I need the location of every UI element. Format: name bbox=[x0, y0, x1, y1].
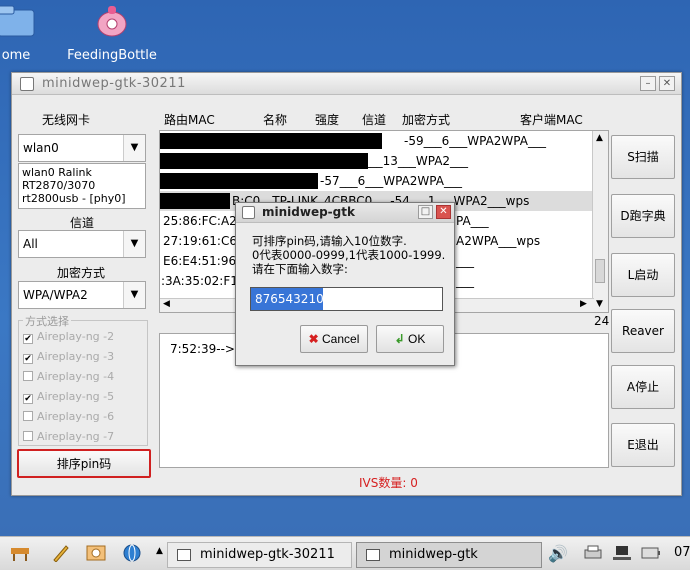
message-line: 请在下面输入数字: bbox=[252, 262, 348, 276]
taskbar: ▲ minidwep-gtk-30211 minidwep-gtk 🔊 07 bbox=[0, 536, 690, 570]
home-folder-icon bbox=[0, 5, 35, 37]
desktop-icon-home[interactable]: ome bbox=[0, 4, 46, 63]
wireless-card-select[interactable]: wlan0 ▼ bbox=[18, 134, 146, 162]
sort-pin-button[interactable]: 排序pin码 bbox=[17, 449, 151, 478]
chevron-down-icon: ▼ bbox=[123, 282, 145, 308]
col-header-client-mac: 客户端MAC bbox=[520, 113, 583, 127]
window-titlebar[interactable]: minidwep-gtk-30211 – ✕ bbox=[12, 73, 681, 95]
window-icon bbox=[366, 549, 380, 561]
table-row[interactable]: -57___6___WPA2WPA___ bbox=[160, 171, 592, 191]
card-info-line: rt2800usb - [phy0] bbox=[22, 192, 126, 205]
col-header-encryption: 加密方式 bbox=[402, 113, 451, 127]
vertical-scrollbar[interactable]: ▲ ▼ bbox=[592, 131, 608, 312]
desktop-icon-label: FeedingBottle bbox=[67, 48, 157, 63]
redacted-block bbox=[160, 133, 382, 149]
dictionary-button[interactable]: D跑字典 bbox=[611, 194, 675, 238]
taskbar-item-label: minidwep-gtk bbox=[389, 547, 478, 562]
network-count: 24 bbox=[594, 314, 610, 328]
image-viewer-icon[interactable] bbox=[86, 544, 106, 562]
window-icon bbox=[177, 549, 191, 561]
app-icon bbox=[20, 77, 34, 91]
channel-label: 信道 bbox=[70, 216, 95, 230]
battery-icon[interactable] bbox=[641, 544, 661, 562]
scroll-left-icon[interactable]: ◀ bbox=[163, 299, 170, 309]
encryption-value: WPA/WPA2 bbox=[23, 288, 88, 302]
card-info-line: RT2870/3070 bbox=[22, 179, 96, 192]
channel-select[interactable]: All ▼ bbox=[18, 230, 146, 258]
chevron-down-icon: ▼ bbox=[123, 135, 145, 161]
encryption-label: 加密方式 bbox=[57, 266, 106, 280]
close-button[interactable]: ✕ bbox=[659, 76, 675, 91]
mode-checkbox[interactable]: Aireplay-ng -7 bbox=[23, 430, 114, 443]
scroll-down-icon[interactable]: ▼ bbox=[596, 299, 603, 309]
browser-globe-icon[interactable] bbox=[122, 544, 142, 562]
message-line: 可排序pin码,请输入10位数字. bbox=[252, 234, 407, 248]
maximize-button[interactable]: □ bbox=[418, 205, 433, 219]
taskbar-item-main[interactable]: minidwep-gtk-30211 bbox=[167, 542, 352, 568]
mode-group-title: 方式选择 bbox=[23, 313, 71, 329]
taskbar-item-label: minidwep-gtk-30211 bbox=[200, 547, 335, 562]
redacted-block bbox=[160, 153, 368, 169]
scan-button[interactable]: S扫描 bbox=[611, 135, 675, 179]
dialog-message: 可排序pin码,请输入10位数字. 0代表0000-0999,1代表1000-1… bbox=[252, 234, 445, 276]
mode-checkbox[interactable]: ✔ Aireplay-ng -3 bbox=[23, 350, 114, 364]
card-info-line: wlan0 Ralink bbox=[22, 166, 92, 179]
cancel-icon: ✖ bbox=[308, 332, 319, 346]
scroll-thumb[interactable] bbox=[595, 259, 605, 283]
clock: 07 bbox=[674, 545, 690, 560]
chevron-down-icon: ▼ bbox=[123, 231, 145, 257]
editor-icon[interactable] bbox=[50, 544, 70, 562]
mode-checkbox[interactable]: Aireplay-ng -6 bbox=[23, 410, 114, 423]
ok-label: OK bbox=[408, 332, 426, 346]
app-icon bbox=[242, 206, 255, 219]
dialog-titlebar[interactable]: minidwep-gtk □ ✕ bbox=[236, 203, 454, 223]
volume-icon[interactable]: 🔊 bbox=[548, 544, 568, 563]
stop-button[interactable]: A停止 bbox=[611, 365, 675, 409]
table-row[interactable]: -58___13___WPA2___ bbox=[160, 151, 592, 171]
desk-launcher-icon[interactable] bbox=[10, 544, 30, 562]
encryption-select[interactable]: WPA/WPA2 ▼ bbox=[18, 281, 146, 309]
card-info-box: wlan0 Ralink RT2870/3070 rt2800usb - [ph… bbox=[18, 163, 146, 209]
cancel-label: Cancel bbox=[322, 332, 360, 346]
start-button[interactable]: L启动 bbox=[611, 253, 675, 297]
cancel-button[interactable]: ✖ Cancel bbox=[300, 325, 368, 353]
network-icon[interactable] bbox=[612, 544, 632, 562]
mode-checkbox[interactable]: Aireplay-ng -4 bbox=[23, 370, 114, 383]
pin-input[interactable] bbox=[250, 287, 443, 311]
wireless-card-label: 无线网卡 bbox=[42, 113, 91, 127]
pin-dialog: minidwep-gtk □ ✕ 可排序pin码,请输入10位数字. 0代表00… bbox=[235, 202, 455, 366]
ivs-count: IVS数量: 0 bbox=[359, 476, 418, 490]
taskbar-item-dialog[interactable]: minidwep-gtk bbox=[356, 542, 542, 568]
channel-value: All bbox=[23, 237, 38, 251]
feeding-bottle-icon bbox=[97, 6, 127, 37]
minimize-button[interactable]: – bbox=[640, 76, 656, 91]
ok-button[interactable]: ↲ OK bbox=[376, 325, 444, 353]
mode-checkbox[interactable]: ✔ Aireplay-ng -2 bbox=[23, 330, 114, 344]
col-header-signal: 强度 bbox=[315, 113, 340, 127]
printer-icon[interactable] bbox=[583, 544, 603, 562]
redacted-block bbox=[160, 173, 318, 189]
desktop-icon-feedingbottle[interactable]: FeedingBottle bbox=[62, 4, 162, 63]
close-button[interactable]: ✕ bbox=[436, 205, 451, 219]
wireless-card-value: wlan0 bbox=[23, 141, 59, 155]
col-header-router-mac: 路由MAC bbox=[164, 113, 215, 127]
exit-button[interactable]: E退出 bbox=[611, 423, 675, 467]
mode-checkbox[interactable]: ✔ Aireplay-ng -5 bbox=[23, 390, 114, 404]
window-title: minidwep-gtk-30211 bbox=[42, 76, 186, 91]
col-header-name: 名称 bbox=[263, 113, 288, 127]
ok-icon: ↲ bbox=[394, 332, 405, 346]
col-header-channel: 信道 bbox=[362, 113, 387, 127]
reaver-button[interactable]: Reaver bbox=[611, 309, 675, 353]
desktop-icon-label: ome bbox=[1, 48, 31, 63]
scroll-right-icon[interactable]: ▶ bbox=[580, 299, 587, 309]
menu-arrow-icon[interactable]: ▲ bbox=[156, 546, 163, 556]
scroll-up-icon[interactable]: ▲ bbox=[596, 133, 603, 143]
dialog-title: minidwep-gtk bbox=[262, 205, 355, 219]
redacted-block bbox=[160, 193, 230, 209]
mode-group: 方式选择 ✔ Aireplay-ng -2 ✔ Aireplay-ng -3 Air… bbox=[18, 313, 148, 446]
table-row[interactable]: -59___6___WPA2WPA___ bbox=[160, 131, 592, 151]
message-line: 0代表0000-0999,1代表1000-1999. bbox=[252, 248, 446, 262]
